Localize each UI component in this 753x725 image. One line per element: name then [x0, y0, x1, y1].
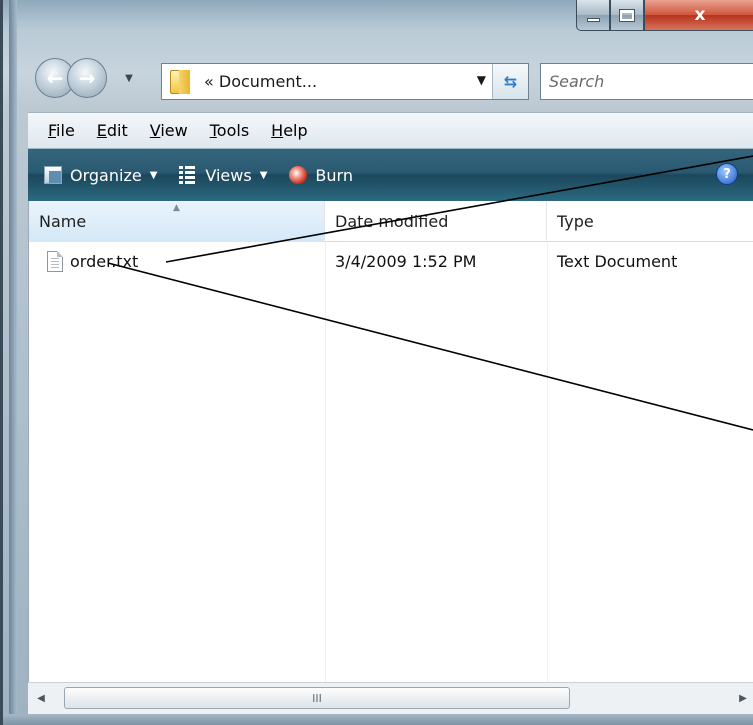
organize-button[interactable]: Organize ▼: [44, 166, 157, 185]
maximize-button[interactable]: [610, 0, 644, 31]
menu-view[interactable]: View: [150, 121, 188, 140]
help-icon[interactable]: ?: [716, 163, 738, 185]
navigation-bar: ← → ▼ « Document... ▼ ⇆: [23, 58, 753, 104]
scroll-right-button[interactable]: ▶: [730, 683, 753, 714]
maximize-icon: [619, 8, 635, 22]
burn-button[interactable]: Burn: [289, 166, 353, 185]
command-bar: Organize ▼ Views ▼ Burn ?: [28, 149, 753, 201]
chevron-down-icon: ▼: [125, 72, 133, 84]
address-text: « Document...: [204, 72, 318, 91]
close-icon: x: [694, 5, 706, 25]
menu-tools[interactable]: Tools: [210, 121, 249, 140]
file-name: order.txt: [70, 251, 139, 271]
address-dropdown-icon[interactable]: ▼: [477, 73, 486, 87]
burn-disc-icon: [289, 166, 308, 184]
file-row[interactable]: order.txt 3/4/2009 1:52 PM Text Document: [29, 247, 753, 275]
search-box[interactable]: [540, 63, 753, 100]
forward-button[interactable]: →: [67, 58, 107, 98]
sort-ascending-icon: ▲: [173, 203, 180, 213]
scroll-thumb[interactable]: III: [64, 687, 570, 709]
file-list: ▲ Name Date modified Type order.txt 3/4/…: [28, 201, 753, 682]
menu-file[interactable]: File: [48, 121, 75, 140]
folder-icon: [170, 69, 190, 94]
refresh-button[interactable]: ⇆: [492, 64, 528, 99]
minimize-icon: [586, 18, 600, 22]
views-label: Views: [205, 165, 252, 185]
burn-label: Burn: [315, 165, 353, 185]
file-name-cell: order.txt: [47, 247, 138, 275]
close-button[interactable]: x: [644, 0, 753, 31]
recent-pages-dropdown[interactable]: ▼: [111, 68, 147, 88]
scroll-left-button[interactable]: ◀: [28, 683, 54, 714]
column-header-date-modified[interactable]: Date modified: [325, 201, 547, 242]
column-header-type[interactable]: Type: [547, 201, 753, 242]
file-type-cell: Text Document: [557, 251, 678, 271]
explorer-window: x ← → ▼ « Document... ▼ ⇆ File Edit View: [0, 0, 753, 725]
search-input[interactable]: [541, 72, 753, 91]
file-date-cell: 3/4/2009 1:52 PM: [335, 251, 477, 271]
minimize-button[interactable]: [576, 0, 610, 31]
window-bottom-frame: [3, 714, 753, 725]
column-header-name[interactable]: ▲ Name: [29, 201, 325, 242]
chevron-down-icon: ▼: [149, 169, 158, 181]
chevron-down-icon: ▼: [259, 169, 268, 181]
text-document-icon: [47, 250, 63, 272]
column-divider: [325, 242, 326, 682]
address-bar[interactable]: « Document... ▼ ⇆: [161, 63, 529, 100]
column-headers: ▲ Name Date modified Type: [29, 201, 753, 242]
organize-icon: [44, 166, 62, 184]
caption-buttons: x: [576, 0, 753, 34]
views-button[interactable]: Views ▼: [179, 166, 267, 185]
menu-help[interactable]: Help: [271, 121, 307, 140]
grip-icon: III: [312, 691, 322, 705]
horizontal-scrollbar[interactable]: ◀ III ▶: [28, 682, 753, 714]
organize-label: Organize: [70, 165, 142, 185]
refresh-icon: ⇆: [503, 72, 518, 91]
menu-bar: File Edit View Tools Help: [28, 112, 753, 149]
forward-arrow-icon: →: [78, 66, 96, 90]
column-divider: [547, 242, 548, 682]
back-arrow-icon: ←: [46, 66, 64, 90]
views-icon: [179, 166, 197, 184]
menu-edit[interactable]: Edit: [97, 121, 128, 140]
